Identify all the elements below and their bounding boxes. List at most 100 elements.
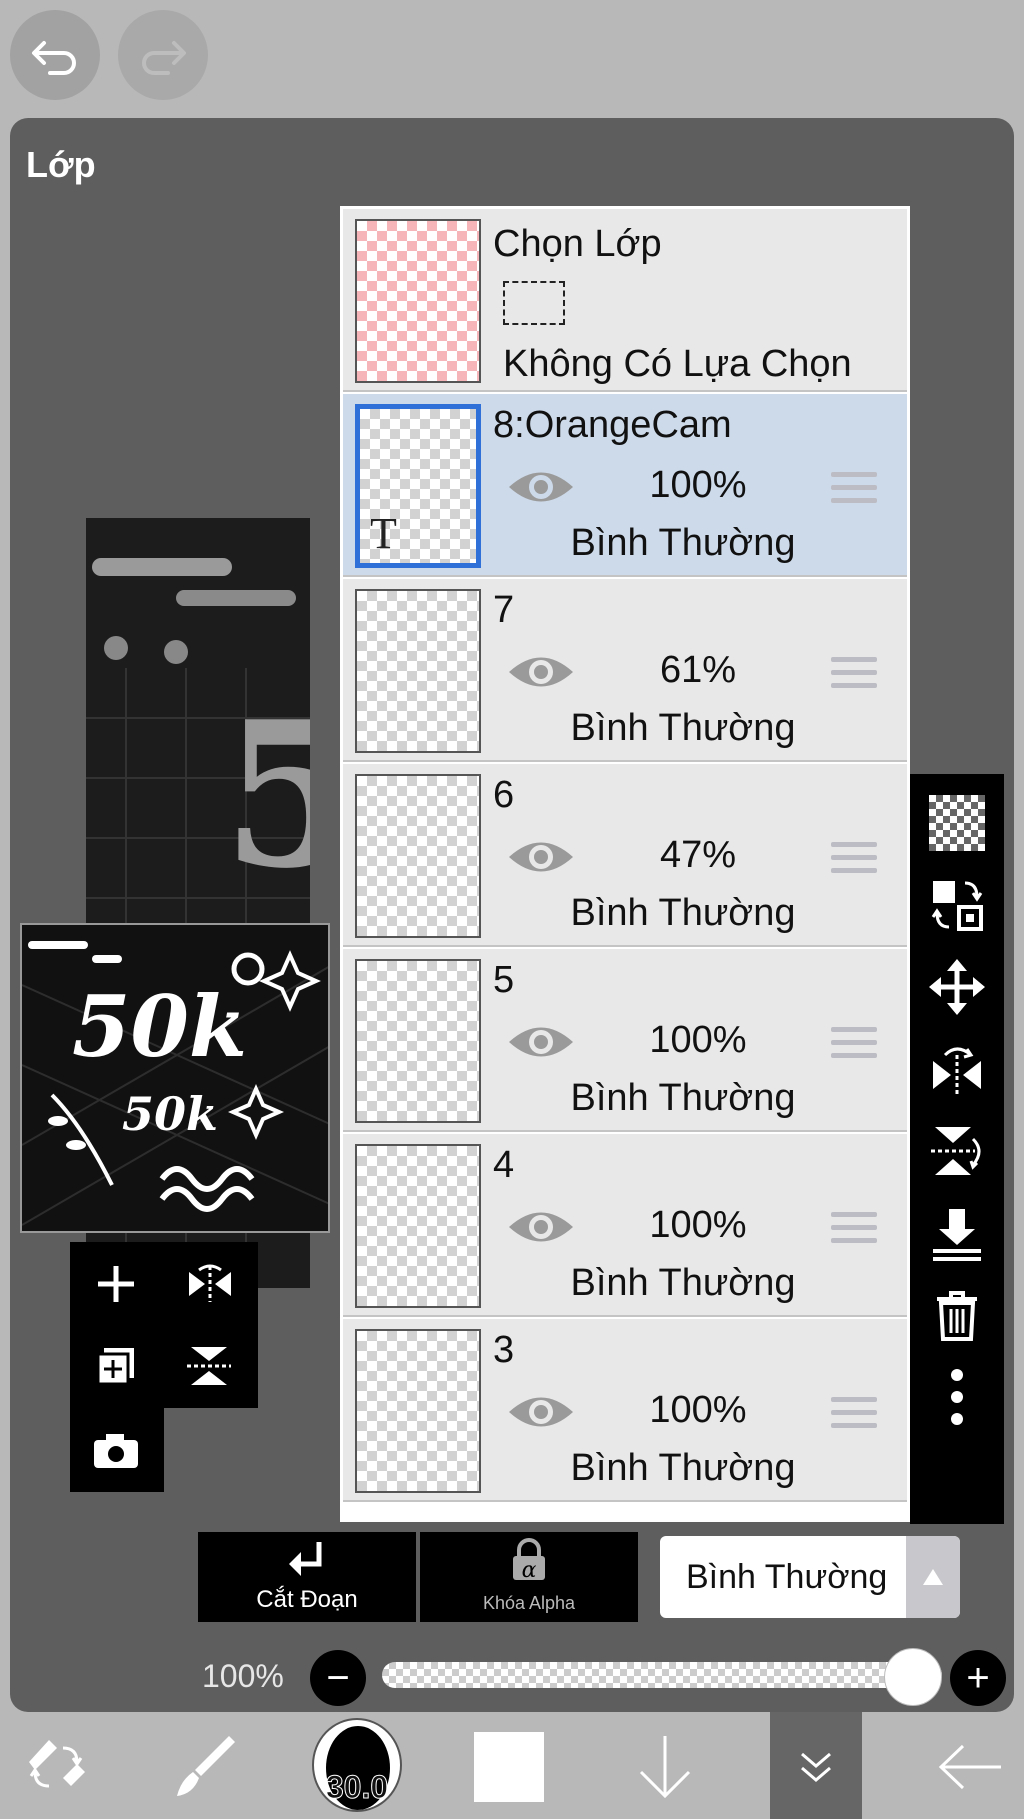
brush-icon [177,1736,235,1796]
delete-layer-button[interactable] [924,1282,990,1348]
drag-handle-icon[interactable] [831,1027,877,1061]
layers-panel-button[interactable] [770,1712,862,1819]
layer-opacity: 100% [649,1389,747,1431]
eye-icon[interactable] [507,1021,575,1063]
alpha-symbol: α [521,1558,537,1583]
swap-layers-icon [931,881,983,931]
add-copy-layer-button[interactable] [76,1326,156,1406]
eye-icon[interactable] [507,1206,575,1248]
back-button[interactable] [930,1722,1010,1812]
layer-row[interactable]: 6 47% Bình Thường [343,764,907,947]
artwork-sub-text: 50k [122,1087,218,1141]
blend-mode-select[interactable]: Bình Thường [660,1536,960,1618]
triangle-up-icon [923,1569,943,1585]
tool-swap-button[interactable] [16,1722,96,1812]
arrow-down-icon [639,1736,691,1799]
blend-mode-toggle[interactable] [906,1536,960,1618]
copy-layer-icon [96,1348,134,1386]
undo-button[interactable] [10,10,100,100]
layer-blend-mode: Bình Thường [570,1447,796,1489]
layer-name: 4 [493,1144,515,1186]
arrow-left-icon [938,1744,1001,1790]
layer-list[interactable]: Chọn Lớp Không Có Lựa Chọn T 8:OrangeCam… [340,206,910,1522]
layer-opacity: 61% [659,649,737,691]
add-layer-button[interactable] [76,1244,156,1324]
layer-thumbnail [355,774,481,938]
selection-layer-row[interactable]: Chọn Lớp Không Có Lựa Chọn [343,209,907,392]
flip-vertical-icon [187,1347,231,1385]
panel-title: Lớp [26,144,96,185]
bottom-toolbar: 30.0 [0,1712,1024,1819]
layer-thumbnail [355,1144,481,1308]
camera-import-button[interactable] [76,1410,156,1490]
brush-size-value: 30.0 [325,1769,389,1806]
color-swatch[interactable] [474,1732,544,1802]
flip-vertical-button[interactable] [170,1326,250,1406]
artwork-thumbnail: 50k 50k [20,923,330,1233]
layer-blend-mode: Bình Thường [570,892,796,934]
minus-icon: − [326,1656,350,1700]
layer-opacity: 100% [649,464,747,506]
alpha-lock-label: Khóa Alpha [482,1593,576,1613]
flip-layer-vertical-button[interactable] [924,1118,990,1184]
undo-icon [32,41,76,75]
drag-handle-icon[interactable] [831,1212,877,1246]
layer-thumbnail [355,959,481,1123]
layer-opacity: 100% [649,1019,747,1061]
layer-blend-mode: Bình Thường [570,522,796,564]
more-options-button[interactable] [924,1364,990,1430]
layer-thumbnail [355,1329,481,1493]
clipping-button[interactable]: Cắt Đoạn [198,1532,416,1622]
opacity-slider-thumb[interactable] [884,1648,942,1706]
opacity-increase-button[interactable]: + [950,1650,1006,1706]
layer-row[interactable]: 7 61% Bình Thường [343,579,907,762]
opacity-decrease-button[interactable]: − [310,1650,366,1706]
layer-row[interactable]: 4 100% Bình Thường [343,1134,907,1317]
redo-button[interactable] [118,10,208,100]
drag-handle-icon[interactable] [831,1397,877,1431]
layer-row[interactable]: 5 100% Bình Thường [343,949,907,1132]
opacity-slider-track[interactable] [382,1662,942,1688]
layer-thumbnail [355,589,481,753]
flip-vertical-icon [931,1127,981,1175]
move-layer-button[interactable] [924,954,990,1020]
drag-handle-icon[interactable] [831,842,877,876]
eye-icon[interactable] [507,836,575,878]
artwork-decoration [22,941,328,1226]
selection-layer-title: Chọn Lớp [493,223,662,265]
checkerboard-icon [929,795,985,851]
layer-blend-mode: Bình Thường [570,1262,796,1304]
layer-name: 7 [493,589,515,631]
layer-thumbnail: T [355,404,481,568]
eye-icon[interactable] [507,651,575,693]
double-chevron-down-icon [801,1752,831,1782]
layer-row[interactable]: T 8:OrangeCam 100% Bình Thường [343,394,907,577]
selection-layer-thumbnail [355,219,481,383]
layer-blend-mode: Bình Thường [570,707,796,749]
eye-icon[interactable] [507,1391,575,1433]
move-arrows-icon [929,959,985,1015]
layer-row[interactable]: 3 100% Bình Thường [343,1319,907,1502]
alpha-lock-button[interactable]: α Khóa Alpha [420,1532,638,1622]
drag-handle-icon[interactable] [831,657,877,691]
opacity-slider-row: 100% − + [10,1638,1014,1712]
transparent-fill-button[interactable] [924,790,990,856]
eye-icon[interactable] [507,466,575,508]
layer-name: 5 [493,959,515,1001]
swap-layer-button[interactable] [924,872,990,938]
opacity-value: 100% [202,1658,284,1694]
brush-tool-button[interactable] [166,1722,246,1812]
canvas-big-digit: 5 [222,678,310,913]
redo-icon [142,41,186,75]
plus-icon: + [966,1656,990,1700]
flip-horizontal-icon [933,1047,981,1095]
brush-size-indicator[interactable]: 30.0 [312,1718,402,1812]
layer-down-button[interactable] [630,1722,700,1812]
plus-icon [98,1266,134,1302]
drag-handle-icon[interactable] [831,472,877,506]
layer-panel: Lớp 5 50k 50k Chọn Lớp Không Có Lựa Chọn… [10,118,1014,1712]
mini-tool-cluster [70,1242,258,1492]
flip-layer-horizontal-button[interactable] [924,1036,990,1102]
flip-horizontal-button[interactable] [170,1244,250,1324]
merge-down-button[interactable] [924,1200,990,1266]
